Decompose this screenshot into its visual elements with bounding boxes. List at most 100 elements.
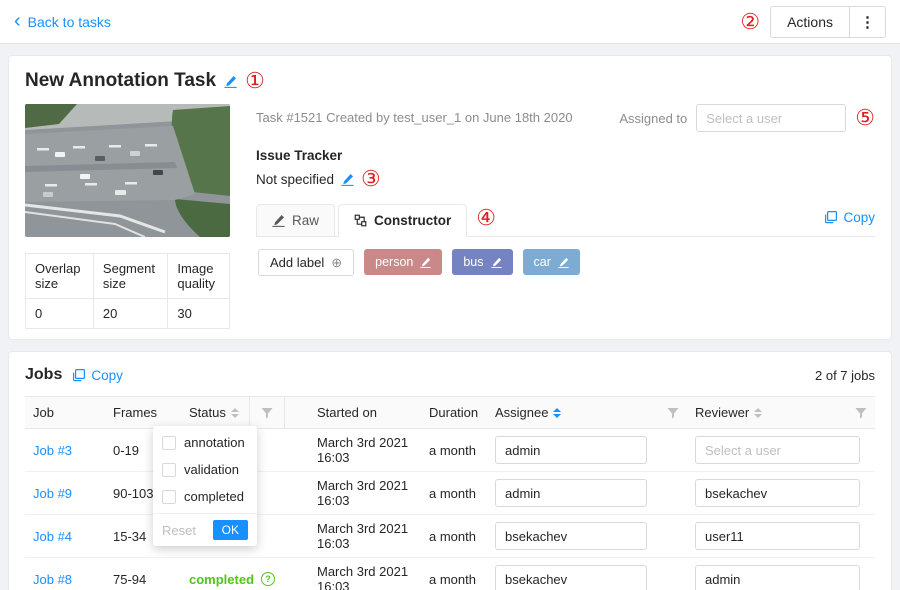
tab-constructor[interactable]: Constructor (338, 204, 467, 237)
task-meta-text: Task #1521 Created by test_user_1 on Jun… (256, 104, 573, 125)
param-value-quality: 30 (168, 299, 230, 329)
col-reviewer-label: Reviewer (695, 405, 749, 420)
filter-reset-button[interactable]: Reset (162, 523, 196, 538)
kebab-icon: ⋮ (860, 14, 875, 31)
job-8-status: completed ? (189, 572, 275, 587)
labels-copy-link[interactable]: Copy (824, 210, 875, 231)
col-started: Started on (309, 397, 421, 429)
job-3-link[interactable]: Job #3 (33, 443, 72, 458)
assignee-sorter[interactable] (553, 408, 561, 418)
jobs-copy-link[interactable]: Copy (72, 368, 123, 383)
back-chevron-icon: ‹ (14, 11, 21, 31)
param-header-segment: Segment size (93, 254, 167, 299)
raw-tab-pencil-icon (272, 214, 285, 227)
filter-option-annotation[interactable]: annotation (153, 429, 257, 456)
checkbox-validation[interactable] (162, 463, 176, 477)
job-3-reviewer-input[interactable] (695, 436, 860, 464)
filter-option-validation[interactable]: validation (153, 456, 257, 483)
edit-label-bus-icon[interactable] (491, 257, 502, 268)
tab-raw[interactable]: Raw (256, 204, 335, 236)
job-9-link[interactable]: Job #9 (33, 486, 72, 501)
filter-funnel-icon (261, 407, 273, 419)
col-duration: Duration (421, 397, 487, 429)
col-assignee-label: Assignee (495, 405, 548, 420)
filter-option-annotation-label: annotation (184, 435, 245, 450)
label-chip-person[interactable]: person (364, 249, 442, 275)
job-8-frames: 75-94 (105, 558, 181, 590)
job-8-link[interactable]: Job #8 (33, 572, 72, 587)
annotation-marker-1: ① (245, 70, 265, 92)
filter-ok-button[interactable]: OK (213, 520, 248, 540)
back-label: Back to tasks (28, 14, 111, 30)
edit-label-car-icon[interactable] (558, 257, 569, 268)
job-9-assignee-input[interactable] (495, 479, 647, 507)
checkbox-annotation[interactable] (162, 436, 176, 450)
filter-option-completed[interactable]: completed (153, 483, 257, 510)
edit-label-person-icon[interactable] (420, 257, 431, 268)
col-frames: Frames (105, 397, 181, 429)
actions-button[interactable]: Actions (771, 7, 849, 37)
param-header-overlap: Overlap size (26, 254, 94, 299)
more-actions-button[interactable]: ⋮ (849, 7, 885, 37)
job-3-assignee-input[interactable] (495, 436, 647, 464)
col-job: Job (25, 397, 105, 429)
add-label-text: Add label (270, 255, 324, 270)
col-status: Status (181, 397, 309, 429)
jobs-copy-icon (72, 369, 85, 382)
job-4-duration: a month (421, 515, 487, 558)
job-9-started: March 3rd 2021 16:03 (309, 472, 421, 515)
reviewer-filter-icon[interactable] (855, 407, 867, 419)
reviewer-sorter[interactable] (754, 408, 762, 418)
task-preview-thumbnail (25, 104, 230, 237)
label-constructor-panel: Add label ⊕ person bus car (256, 237, 875, 288)
edit-issue-tracker-icon[interactable] (341, 173, 354, 186)
job-9-reviewer-input[interactable] (695, 479, 860, 507)
topbar: ‹ Back to tasks ② Actions ⋮ (0, 0, 900, 44)
issue-tracker-label: Issue Tracker (256, 148, 875, 163)
task-assignee-input[interactable] (696, 104, 846, 132)
annotation-marker-4: ④ (476, 207, 496, 229)
job-9-duration: a month (421, 472, 487, 515)
copy-icon (824, 211, 837, 224)
back-to-tasks-link[interactable]: ‹ Back to tasks (14, 13, 111, 31)
label-chip-car-name: car (534, 255, 551, 269)
checkbox-completed[interactable] (162, 490, 176, 504)
assignee-filter-icon[interactable] (667, 407, 679, 419)
param-value-segment: 20 (93, 299, 167, 329)
job-8-assignee-input[interactable] (495, 565, 647, 590)
job-8-reviewer-input[interactable] (695, 565, 860, 590)
assigned-to-label: Assigned to (619, 111, 687, 126)
annotation-marker-5: ⑤ (855, 107, 875, 129)
annotation-marker-2: ② (740, 11, 760, 33)
labels-tabs: Raw Constructor ④ Copy (256, 204, 875, 237)
task-details-card: New Annotation Task ① (8, 55, 892, 340)
job-4-started: March 3rd 2021 16:03 (309, 515, 421, 558)
col-assignee: Assignee (487, 397, 687, 429)
param-header-quality: Image quality (168, 254, 230, 299)
plus-circle-icon: ⊕ (331, 256, 342, 269)
job-8-duration: a month (421, 558, 487, 590)
job-4-reviewer-input[interactable] (695, 522, 860, 550)
status-filter-trigger[interactable] (249, 397, 285, 428)
edit-title-icon[interactable] (224, 75, 237, 88)
job-4-assignee-input[interactable] (495, 522, 647, 550)
actions-button-group: Actions ⋮ (770, 6, 886, 38)
job-4-link[interactable]: Job #4 (33, 529, 72, 544)
job-8-started: March 3rd 2021 16:03 (309, 558, 421, 590)
jobs-copy-label: Copy (91, 368, 123, 383)
col-reviewer: Reviewer (687, 397, 875, 429)
label-chip-car[interactable]: car (523, 249, 580, 275)
status-filter-dropdown: annotation validation completed Reset OK (153, 426, 257, 546)
tab-constructor-label: Constructor (374, 213, 451, 228)
add-label-button[interactable]: Add label ⊕ (258, 249, 354, 276)
label-chip-bus[interactable]: bus (452, 249, 512, 275)
jobs-card: Jobs Copy 2 of 7 jobs Job Frames Status (8, 351, 892, 590)
param-value-overlap: 0 (26, 299, 94, 329)
task-title: New Annotation Task (25, 70, 216, 92)
labels-copy-label: Copy (843, 210, 875, 225)
issue-tracker-value: Not specified (256, 172, 334, 187)
status-sorter[interactable] (231, 408, 239, 418)
status-help-icon[interactable]: ? (261, 572, 275, 586)
jobs-title: Jobs (25, 366, 62, 384)
label-chip-bus-name: bus (463, 255, 483, 269)
